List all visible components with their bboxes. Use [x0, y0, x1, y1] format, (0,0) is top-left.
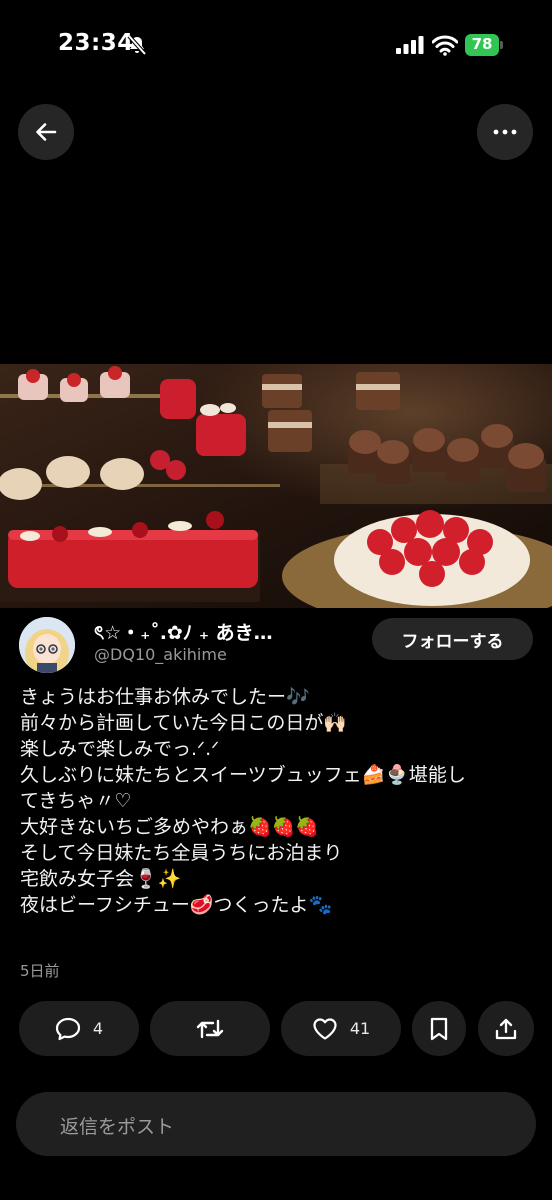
- reply-input[interactable]: 返信をポスト: [16, 1092, 536, 1156]
- post-text-line: きょうはお仕事お休みでしたー🎶: [20, 686, 310, 708]
- status-time: 23:34: [58, 30, 134, 56]
- bell-off-icon: [127, 34, 147, 56]
- avatar[interactable]: [19, 617, 75, 673]
- battery-level: 78: [471, 35, 493, 53]
- heart-icon: [313, 1017, 337, 1040]
- post-text: きょうはお仕事お休みでしたー🎶 前々から計画していた今日この日が🙌🏻 楽しみで楽…: [20, 684, 536, 918]
- share-button[interactable]: [478, 1001, 534, 1056]
- ellipsis-icon: [493, 129, 517, 135]
- arrow-left-icon: [36, 123, 57, 141]
- like-button[interactable]: 41: [281, 1001, 401, 1056]
- cell-signal-icon: [396, 36, 424, 54]
- post-text-line: そして今日妹たち全員うちにお泊まり: [20, 842, 343, 864]
- follow-button[interactable]: フォローする: [372, 618, 533, 660]
- reply-placeholder: 返信をポスト: [60, 1116, 175, 1138]
- like-count: 41: [349, 1019, 371, 1038]
- post-text-line: 久しぶりに妹たちとスイーツブュッフェ🍰🍨堪能し: [20, 764, 466, 786]
- post-text-line: 楽しみで楽しみでっ.ᐟ.ᐟ: [20, 738, 220, 760]
- post-text-line: 宅飲み女子会🍷✨: [20, 868, 182, 890]
- share-upload-icon: [495, 1018, 517, 1039]
- battery-indicator: 78: [465, 34, 503, 56]
- post-text-line: 大好きないちご多めやわぁ🍓🍓🍓: [20, 816, 319, 838]
- status-bar: 23:34 78: [0, 0, 552, 90]
- back-button[interactable]: [18, 104, 74, 160]
- post-timestamp[interactable]: 5日前: [20, 960, 60, 981]
- repost-arrows-icon: [196, 1019, 224, 1038]
- bookmark-icon: [430, 1017, 448, 1040]
- post-text-line: てきちゃ〃♡: [20, 790, 132, 812]
- reply-count: 4: [92, 1019, 104, 1038]
- post-text-line: 前々から計画していた今日この日が🙌🏻: [20, 712, 348, 734]
- bookmark-button[interactable]: [412, 1001, 466, 1056]
- post-image[interactable]: [0, 364, 552, 608]
- more-options-button[interactable]: [477, 104, 533, 160]
- post-text-line: 夜はビーフシチュー🥩つくったよ🐾: [20, 894, 333, 916]
- speech-bubble-icon: [55, 1017, 81, 1040]
- reply-button[interactable]: 4: [19, 1001, 139, 1056]
- wifi-icon: [432, 35, 458, 56]
- repost-button[interactable]: [150, 1001, 270, 1056]
- user-handle[interactable]: @DQ10_akihime: [94, 645, 227, 664]
